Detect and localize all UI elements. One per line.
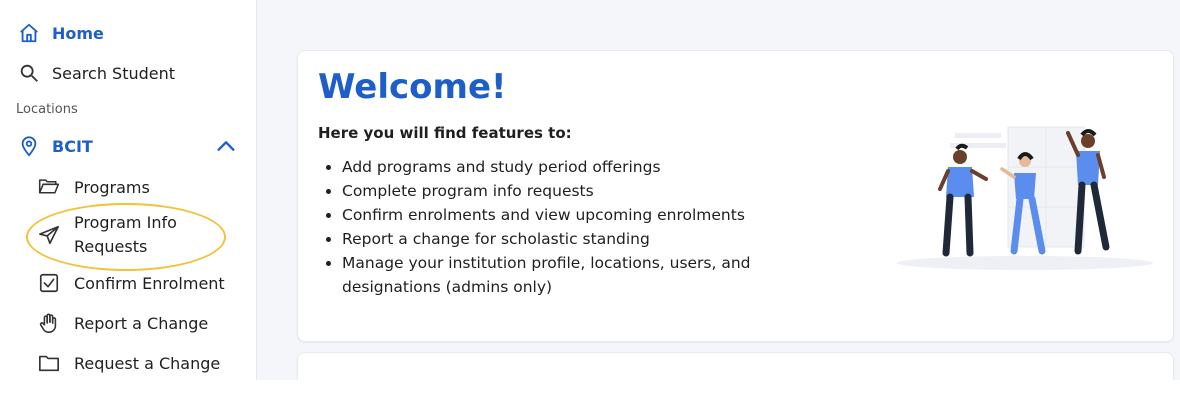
folder-icon — [38, 352, 60, 374]
sidebar-item-search-student[interactable]: Search Student — [18, 62, 175, 84]
checkbox-icon — [38, 272, 60, 294]
welcome-subtitle: Here you will find features to: — [318, 124, 572, 142]
sidebar-item-label: Request a Change — [74, 353, 221, 373]
list-item: Report a change for scholastic standing — [342, 227, 902, 251]
main-content: Welcome! Here you will find features to:… — [257, 0, 1180, 380]
list-item: Confirm enrolments and view upcoming enr… — [342, 203, 902, 227]
sidebar-item-programs[interactable]: Programs — [38, 175, 150, 199]
sidebar-item-label: Report a Change — [74, 313, 209, 333]
sidebar-item-label: Programs — [74, 177, 150, 197]
sidebar-item-label: Search Student — [52, 63, 176, 83]
hand-icon — [38, 312, 60, 334]
list-item: Complete program info requests — [342, 179, 902, 203]
list-item: Add programs and study period offerings — [342, 155, 902, 179]
team-illustration — [890, 119, 1160, 279]
secondary-card — [297, 352, 1174, 380]
sidebar-item-confirm-enrolment[interactable]: Confirm Enrolment — [38, 272, 225, 294]
sidebar-item-label: BCIT — [52, 136, 93, 156]
welcome-card: Welcome! Here you will find features to:… — [297, 50, 1174, 342]
page-title: Welcome! — [318, 67, 507, 107]
sidebar: Home Search Student Locations BCIT Progr… — [0, 0, 257, 380]
sidebar-item-label: Home — [52, 23, 104, 43]
sidebar-item-home[interactable]: Home — [18, 22, 104, 44]
folder-open-icon — [38, 175, 64, 199]
home-icon — [18, 22, 40, 44]
sidebar-item-request-a-change[interactable]: Request a Change — [38, 352, 220, 374]
app-window: Home Search Student Locations BCIT Progr… — [0, 0, 1180, 380]
sidebar-item-location[interactable]: BCIT — [18, 135, 243, 157]
sidebar-item-label: Confirm Enrolment — [74, 273, 225, 293]
list-item: Manage your institution profile, locatio… — [342, 251, 842, 299]
chevron-up-icon[interactable] — [215, 135, 237, 157]
feature-list: Add programs and study period offerings … — [318, 155, 902, 299]
sidebar-item-report-a-change[interactable]: Report a Change — [38, 312, 208, 334]
map-pin-icon — [18, 135, 40, 157]
sidebar-section-label: Locations — [16, 102, 78, 117]
bottom-strip — [0, 380, 1180, 396]
highlight-annotation — [26, 203, 226, 271]
search-icon — [18, 62, 40, 84]
